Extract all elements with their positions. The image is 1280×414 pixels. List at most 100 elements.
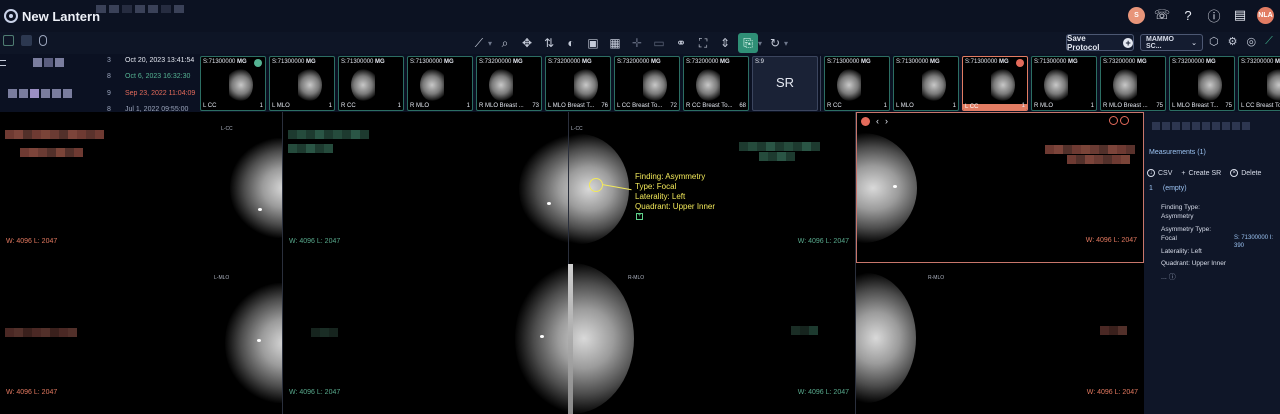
delete-button[interactable]: × Delete (1230, 169, 1261, 177)
series-thumbnail[interactable]: S:73200000 MG R MLO Breast ... 73 (476, 56, 542, 111)
thumbnail-label: R MLO Breast ... (479, 103, 524, 109)
close-viewport-icon[interactable] (1109, 116, 1118, 125)
series-thumbnail-strip: S:71300000 MG L CC 1 S:71300000 MG L MLO 1 S:7… (200, 54, 1280, 112)
copy-viewport-icon[interactable] (1120, 116, 1129, 125)
viewport-7[interactable]: R-MLO W: 4096 L: 2047 (569, 263, 856, 414)
calendar-add-icon[interactable]: ▦ (606, 34, 624, 52)
fit-screen-icon[interactable]: ⛶ (694, 34, 712, 52)
measure-icon[interactable]: ⟋ (1265, 35, 1273, 48)
thumbnail-label: L MLO Breast T... (1172, 103, 1219, 109)
chevron-left-icon[interactable]: ‹ (876, 116, 879, 126)
asymmetry-marker[interactable] (589, 178, 603, 192)
series-thumbnail[interactable]: S:73200000 MG L MLO Breast T... 75 (1169, 56, 1235, 111)
viewport-2[interactable]: W: 4096 L: 2047 (283, 112, 569, 263)
thumbnail-series-id: S:73200000 MG (1172, 59, 1216, 65)
study-row[interactable]: 8 Oct 6, 2023 16:32:30 (107, 73, 190, 80)
thumbnail-series-id: S:73200000 MG (1103, 59, 1147, 65)
study-date: Sep 23, 2022 11:04:09 (125, 90, 196, 97)
layout-icon[interactable] (3, 35, 14, 46)
study-row[interactable]: 9 Sep 23, 2022 11:04:09 (107, 90, 195, 97)
series-thumbnail[interactable]: S:71300000 MG R MLO 1 (407, 56, 473, 111)
flip-icon[interactable]: ⇕ (716, 34, 734, 52)
measurement-item[interactable]: 1 (empty) (1149, 185, 1187, 192)
series-thumbnail[interactable]: S:71300000 MG L MLO 1 (893, 56, 959, 111)
series-thumbnail[interactable]: S:71300000 MG R CC 1 (338, 56, 404, 111)
contrast-icon[interactable]: ◐ (562, 34, 580, 52)
series-thumbnail[interactable]: S:73200000 MG L CC Breast To... 72 (614, 56, 680, 111)
redacted-text (33, 58, 64, 67)
series-thumbnail[interactable]: S:73200000 MG L MLO Breast T... 76 (545, 56, 611, 111)
redacted-text (1152, 122, 1250, 130)
mammogram-image (857, 133, 917, 243)
add-finding-icon[interactable]: + (636, 213, 643, 220)
info-icon[interactable]: ⓘ (1205, 6, 1223, 24)
tag-icon[interactable]: ⬡ (1209, 35, 1219, 48)
user-avatar[interactable]: NLA (1257, 6, 1274, 24)
microphone-icon[interactable] (39, 35, 47, 46)
viewport-1[interactable]: L-CC W: 4096 L: 2047 (0, 112, 283, 263)
thumbnail-image (351, 69, 375, 101)
study-row[interactable]: 3 Oct 20, 2023 13:41:54 (107, 57, 194, 64)
viewport-status-icon[interactable] (861, 116, 870, 126)
annotation-tool-icon[interactable]: ⎘ (738, 33, 759, 53)
csv-button[interactable]: ↓ CSV (1147, 169, 1172, 177)
series-thumbnail[interactable]: S:71300000 MG R MLO 1 (1031, 56, 1097, 111)
series-thumbnail[interactable]: S:73200000 MG R MLO Breast ... 75 (1100, 56, 1166, 111)
viewport-5[interactable]: L-MLO W: 4096 L: 2047 (0, 263, 283, 414)
more-options[interactable]: ... ⓘ (1161, 272, 1176, 282)
thumbnail-label: R CC (341, 103, 356, 109)
thumbnail-label: R MLO (410, 103, 430, 109)
scroll-icon[interactable]: ⇅ (540, 34, 558, 52)
finding-annotation[interactable]: Finding: Asymmetry Type: Focal Lateralit… (635, 172, 715, 212)
thumbnail-series-id: S:71300000 MG (272, 59, 316, 65)
series-thumbnail[interactable]: S:71300000 MG L CC 1 (962, 56, 1028, 111)
viewport-8[interactable]: R-MLO W: 4096 L: 2047 (856, 263, 1144, 414)
create-sr-button[interactable]: + Create SR (1181, 169, 1221, 177)
check-icon (254, 59, 262, 67)
ruler-icon[interactable]: ⟋ (470, 34, 488, 52)
series-thumbnail[interactable]: S:71300000 MG L CC 1 (200, 56, 266, 111)
thumbnail-series-id: S:73200000 MG (617, 59, 661, 65)
pan-icon[interactable]: ✥ (518, 34, 536, 52)
window-level-readout: W: 4096 L: 2047 (1085, 237, 1137, 244)
chevron-right-icon[interactable]: › (885, 116, 888, 126)
thumbnail-image-count: 1 (883, 103, 887, 109)
help-icon[interactable]: ? (1179, 6, 1197, 24)
series-thumbnail[interactable]: S:73200000 MG R CC Breast To... 68 (683, 56, 749, 111)
top-bar: New Lantern S ☏ ? ⓘ ▤ NLA (0, 0, 1280, 32)
menu-icon[interactable] (0, 60, 6, 66)
viewport-4-active[interactable]: W: 4096 L: 2047 (856, 112, 1144, 263)
viewport-6[interactable]: W: 4096 L: 2047 (283, 263, 569, 414)
thumbnail-label: L CC Breast To... (1241, 103, 1280, 109)
gear-icon[interactable]: ⚙ (1228, 35, 1238, 48)
redacted-text (8, 89, 72, 98)
thumbnail-series-id: S:9 (755, 59, 765, 65)
chevron-down-icon[interactable]: ▾ (488, 39, 492, 48)
thumbnail-image (489, 69, 513, 101)
thumbnail-image (837, 69, 861, 101)
chevron-down-icon[interactable]: ▾ (784, 39, 788, 48)
finding-line: Type: Focal (635, 182, 677, 191)
document-icon[interactable]: ▤ (1231, 6, 1249, 24)
grid-icon[interactable] (21, 35, 32, 46)
series-thumbnail[interactable]: S:71300000 MG R CC 1 (824, 56, 890, 111)
save-protocol-button[interactable]: Save Protocol + (1066, 34, 1134, 52)
check-icon (1016, 59, 1024, 67)
user-avatar-s[interactable]: S (1128, 6, 1145, 24)
link-icon[interactable]: ⚭ (672, 34, 690, 52)
series-thumbnail[interactable]: S:9 SR (752, 56, 818, 111)
app-logo[interactable]: New Lantern (4, 9, 100, 24)
thumbnail-image (643, 69, 667, 101)
target-icon[interactable]: ◎ (1246, 35, 1256, 48)
thumbnail-series-id: S:71300000 MG (1034, 59, 1078, 65)
reference-lines-icon[interactable]: ▭ (650, 34, 668, 52)
zoom-icon[interactable]: ⌕ (496, 34, 514, 52)
series-thumbnail[interactable]: S:71300000 MG L MLO 1 (269, 56, 335, 111)
phone-icon[interactable]: ☏ (1153, 6, 1171, 24)
reset-icon[interactable]: ↻ (766, 34, 784, 52)
chevron-down-icon[interactable]: ▾ (758, 39, 762, 48)
crosshair-icon[interactable]: ✛ (628, 34, 646, 52)
protocol-select[interactable]: MAMMO SC... ⌄ (1140, 34, 1203, 51)
camera-icon[interactable]: ▣ (584, 34, 602, 52)
series-thumbnail[interactable]: S:73200000 MG L CC Breast To... (1238, 56, 1280, 111)
